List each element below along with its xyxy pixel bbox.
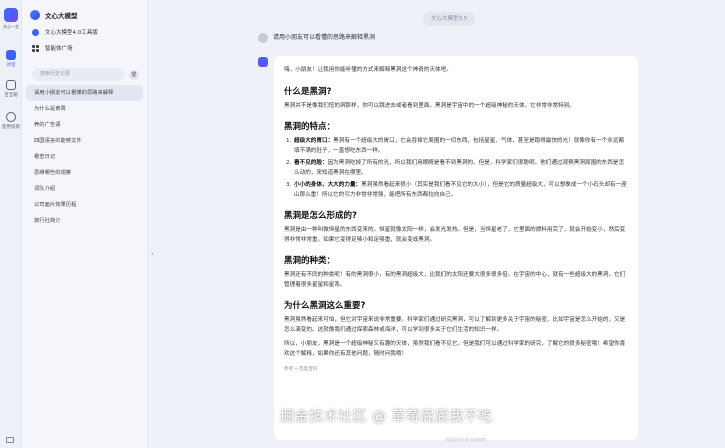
chat-main: 文心大模型3.5 请用小朋友可以看懂的思路来解释黑洞 嗨，小朋友！让我用你能听懂… — [148, 0, 725, 448]
section-heading: 什么是黑洞? — [284, 86, 332, 97]
toolbox-icon — [6, 80, 16, 90]
rail-item-chat[interactable]: 对话 — [0, 50, 22, 68]
list-item: 2. 看不见的脸：因为黑洞吃掉了所有的光，所以我们用眼睛是看不到黑洞的。但是，科学… — [286, 160, 625, 176]
watermark: 掘金技术社区 @ 草莓屁屁我不吃 — [280, 409, 493, 425]
section-body: 黑洞是由一种叫做恒星的东西变来的。恒星就像太阳一样，会发光发热。但是，当恒星老了… — [284, 227, 626, 243]
rail-item-guide[interactable]: 使用指南 — [0, 112, 22, 130]
feedback-icon[interactable] — [6, 437, 14, 443]
guide-icon — [6, 112, 16, 122]
sidebar: 文心大模型 文心大模型4.0工具版 智能体广场 搜索历史记录 🗑 请用小朋友可以… — [22, 0, 148, 448]
grid-icon — [32, 44, 39, 52]
search-row: 搜索历史记录 🗑 — [32, 68, 139, 81]
delete-icon[interactable]: 🗑 — [129, 69, 139, 80]
history-item[interactable]: 养的广告语 — [22, 117, 147, 133]
agent-plaza-link[interactable]: 智能体广场 — [22, 40, 147, 56]
reference-link[interactable]: 参考 • 百度百科 — [284, 366, 629, 372]
sidebar-title: 文心大模型 — [22, 6, 147, 24]
user-question: 请用小朋友可以看懂的思路来解释黑洞 — [273, 34, 376, 41]
history-item[interactable]: 思维哪些的观察 — [22, 165, 147, 181]
ai-disclaimer: 内容由AI生成 仅供参考 — [445, 437, 487, 442]
list-item: 3. 小小的身体，大大的力量：黑洞虽然看起来很小（其实是我们看不见它的大小），但是… — [286, 182, 627, 198]
chat-icon — [6, 50, 16, 60]
section-body: 黑洞虽然看起来可怕，但它对宇宙来说非常重要。科学家们通过研究黑洞，可以了解到更多… — [284, 317, 626, 333]
model-avatar-icon — [30, 10, 40, 20]
section-heading: 黑洞的特点： — [284, 122, 336, 132]
bot-avatar — [258, 57, 268, 67]
history-search-input[interactable]: 搜索历史记录 — [32, 68, 125, 81]
history-item[interactable]: 看查日记 — [22, 149, 147, 165]
model-option[interactable]: 文心大模型4.0工具版 — [22, 24, 147, 40]
answer-intro: 嗨，小朋友！让我用你能听懂的方式来解释黑洞这个神奇的天体吧。 — [284, 67, 452, 73]
model-dot-icon — [32, 28, 39, 36]
section-body: 黑洞还有不同的种类呢！有的黑洞很小，有的黑洞超级大，比我们的太阳还要大很多很多倍… — [284, 272, 626, 288]
rail-item-toolbox[interactable]: 百宝箱 — [0, 80, 22, 98]
history-item[interactable]: 请用小朋友可以看懂的思路来解释 — [26, 85, 143, 101]
section-heading: 为什么黑洞这么重要? — [284, 301, 366, 311]
section-heading: 黑洞是怎么形成的? — [284, 211, 357, 221]
section-heading: 黑洞的种类： — [284, 256, 336, 266]
list-item: 1. 超级大的胃口：黑洞有一个超级大的胃口，它会吞掉它周围的一切东西，包括星星、气… — [286, 138, 625, 154]
model-chip[interactable]: 文心大模型3.5 — [423, 12, 476, 26]
section-body: 黑洞并不是像我们挖的洞那样，你可以跳进去或者看到里面。黑洞是宇宙中的一个超级神秘… — [284, 102, 575, 109]
answer-card: 嗨，小朋友！让我用你能听懂的方式来解释黑洞这个神奇的天体吧。 什么是黑洞? 黑洞… — [274, 56, 638, 440]
app-rail: 文心一言 对话 百宝箱 使用指南 — [0, 0, 22, 448]
user-avatar — [258, 33, 268, 43]
history-item[interactable]: 公司面片效果历程 — [22, 197, 147, 213]
app-logo-icon[interactable] — [4, 8, 18, 22]
history-item[interactable]: 四国语言的能够文件 — [22, 133, 147, 149]
history-item[interactable]: 旅行社简介 — [22, 213, 147, 229]
history-item[interactable]: 词队介绍 — [22, 181, 147, 197]
app-logo-label: 文心一言 — [3, 24, 19, 29]
history-item[interactable]: 为什么是黄霄 — [22, 101, 147, 117]
answer-outro: 所以，小朋友，黑洞是一个超级神秘又有趣的天体，虽然我们看不见它，但是我们可以通过… — [284, 341, 626, 357]
